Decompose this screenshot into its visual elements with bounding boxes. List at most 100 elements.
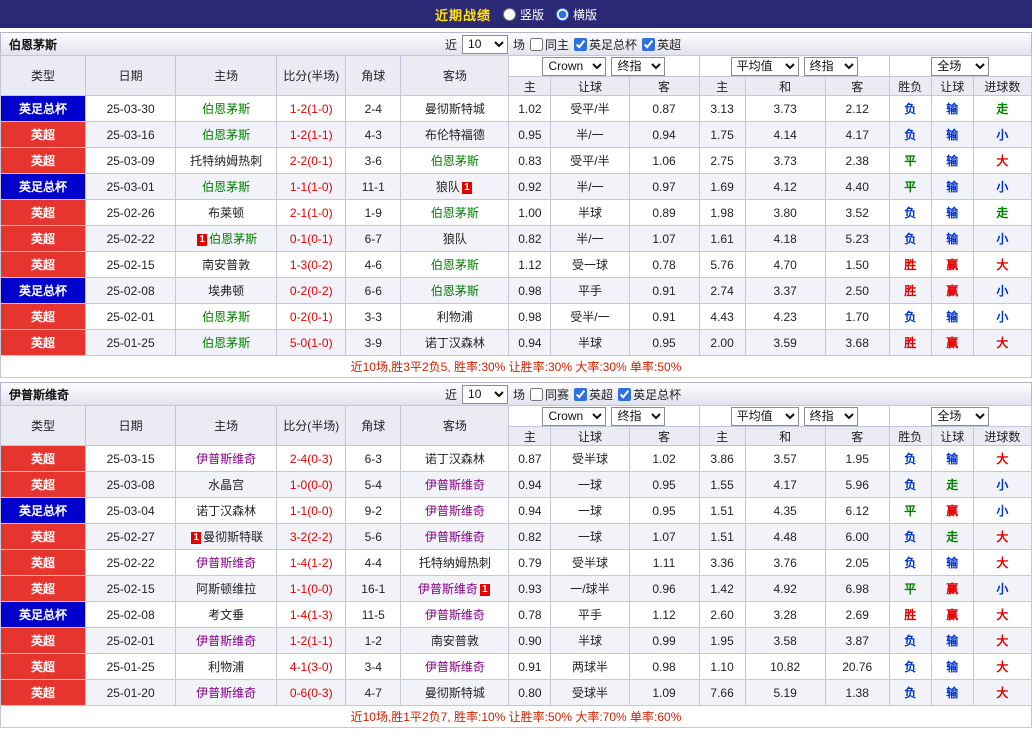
avg-home: 7.66: [698, 679, 746, 706]
same-competition-checkbox[interactable]: [530, 387, 544, 401]
result: 负: [888, 95, 932, 122]
match-score: 4-1(3-0): [276, 653, 347, 680]
col-corner: 角球: [345, 55, 402, 96]
match-count-select[interactable]: 10: [462, 34, 509, 54]
layout-horizontal-option[interactable]: 横版: [556, 6, 597, 23]
odds-away: 0.91: [628, 277, 700, 304]
match-date: 25-03-04: [85, 497, 177, 524]
handicap-result: 赢: [930, 601, 974, 628]
same-venue-checkbox[interactable]: [530, 37, 544, 51]
fa-cup-checkbox[interactable]: [574, 37, 588, 51]
avg-draw: 4.70: [744, 251, 826, 278]
match-score: 0-1(0-1): [276, 225, 347, 252]
filter-premier-league[interactable]: 英超: [642, 36, 681, 53]
home-team: 伊普斯维奇: [175, 679, 278, 706]
result: 负: [888, 523, 932, 550]
col-avg-home: 主: [698, 426, 746, 446]
scope-select[interactable]: 全场: [931, 406, 990, 426]
match-score: 1-3(0-2): [276, 251, 347, 278]
odds-away: 0.99: [628, 627, 700, 654]
filter-same-competition[interactable]: 同赛: [530, 386, 569, 403]
home-team: 埃弗顿: [175, 277, 278, 304]
avg-draw: 3.37: [744, 277, 826, 304]
odds-handicap: 受球半: [550, 679, 630, 706]
match-score: 5-0(1-0): [276, 329, 347, 356]
goals-result: 小: [972, 277, 1032, 304]
horizontal-layout-label: 横版: [573, 7, 598, 22]
handicap-result: 赢: [930, 251, 974, 278]
fa-cup-label: 英足总杯: [633, 387, 682, 402]
odds-time-select[interactable]: 终指: [611, 406, 666, 426]
vertical-layout-radio[interactable]: [502, 7, 516, 21]
match-row: 英超 25-03-08 水晶宫 1-0(0-0) 5-4 伊普斯维奇 0.94 一球 0.95 1…: [0, 471, 1032, 498]
col-score: 比分(半场): [276, 55, 347, 96]
euro-source-select[interactable]: 平均值: [730, 406, 799, 426]
euro-time-select[interactable]: 终指: [803, 406, 858, 426]
horizontal-layout-radio[interactable]: [556, 7, 569, 21]
goals-result: 大: [972, 147, 1032, 174]
euro-time-select[interactable]: 终指: [803, 56, 858, 76]
match-count-select[interactable]: 10: [462, 384, 509, 404]
corner-score: 3-4: [345, 653, 402, 680]
home-team: 利物浦: [175, 653, 278, 680]
fa-cup-label: 英足总杯: [589, 37, 638, 52]
same-competition-label: 同赛: [545, 387, 570, 402]
layout-vertical-option[interactable]: 竖版: [502, 6, 544, 23]
col-handicap-result: 让球: [930, 76, 974, 96]
team-name: 布伦特福德: [424, 128, 485, 142]
filter-fa-cup[interactable]: 英足总杯: [618, 386, 681, 403]
fa-cup-checkbox[interactable]: [618, 387, 632, 401]
handicap-result: 输: [930, 121, 974, 148]
match-score: 1-1(0-0): [276, 575, 347, 602]
avg-draw: 10.82: [744, 653, 826, 680]
corner-score: 3-9: [345, 329, 402, 356]
team-name: 阿斯顿维拉: [196, 582, 257, 596]
avg-home: 1.95: [698, 627, 746, 654]
odds-handicap: 半/一: [550, 225, 630, 252]
team-name: 伯恩茅斯: [202, 336, 251, 350]
home-team: 1 曼彻斯特联: [175, 523, 278, 550]
corner-score: 4-6: [345, 251, 402, 278]
premier-league-checkbox[interactable]: [642, 37, 656, 51]
avg-away: 1.95: [824, 445, 890, 472]
match-row: 英超 25-02-01 伊普斯维奇 1-2(1-1) 1-2 南安普敦 0.90 半球 0.99…: [0, 627, 1032, 654]
avg-away: 2.12: [824, 95, 890, 122]
filter-premier-league[interactable]: 英超: [574, 386, 613, 403]
avg-draw: 4.92: [744, 575, 826, 602]
odds-away: 0.95: [628, 497, 700, 524]
euro-source-select[interactable]: 平均值: [730, 56, 799, 76]
goals-result: 大: [972, 523, 1032, 550]
recent-results-table: 类型 日期 主场 比分(半场) 角球 客场 Crown 终指 平均值 终指 全场…: [0, 405, 1032, 728]
avg-draw: 3.59: [744, 329, 826, 356]
odds-source-select[interactable]: Crown: [542, 56, 607, 76]
scope-select[interactable]: 全场: [931, 56, 990, 76]
avg-draw: 4.12: [744, 173, 826, 200]
filter-same-venue[interactable]: 同主: [530, 36, 569, 53]
odds-home: 0.83: [508, 147, 552, 174]
red-card-badge: 1: [197, 234, 208, 246]
odds-handicap: 受半球: [550, 445, 630, 472]
league-badge: 英超: [0, 679, 87, 706]
match-row: 英超 25-03-16 伯恩茅斯 1-2(1-1) 4-3 布伦特福德 0.95 半/一 0.9…: [0, 121, 1032, 148]
avg-home: 1.42: [698, 575, 746, 602]
page-title: 近期战绩: [434, 7, 491, 23]
home-team: 伯恩茅斯: [175, 173, 278, 200]
odds-away: 0.95: [628, 471, 700, 498]
odds-source-select[interactable]: Crown: [542, 406, 607, 426]
result: 胜: [888, 251, 932, 278]
team-name: 伯恩茅斯: [202, 310, 251, 324]
team-name: 伊普斯维奇: [196, 452, 257, 466]
filter-fa-cup[interactable]: 英足总杯: [574, 36, 637, 53]
home-team: 伯恩茅斯: [175, 303, 278, 330]
odds-handicap: 受平/半: [550, 95, 630, 122]
avg-away: 20.76: [824, 653, 890, 680]
avg-draw: 4.48: [744, 523, 826, 550]
odds-away: 1.06: [628, 147, 700, 174]
odds-away: 1.09: [628, 679, 700, 706]
odds-time-select[interactable]: 终指: [611, 56, 666, 76]
match-date: 25-03-08: [85, 471, 177, 498]
odds-handicap: 受一球: [550, 251, 630, 278]
premier-league-checkbox[interactable]: [574, 387, 588, 401]
home-team: 伊普斯维奇: [175, 627, 278, 654]
league-badge: 英足总杯: [0, 601, 87, 628]
